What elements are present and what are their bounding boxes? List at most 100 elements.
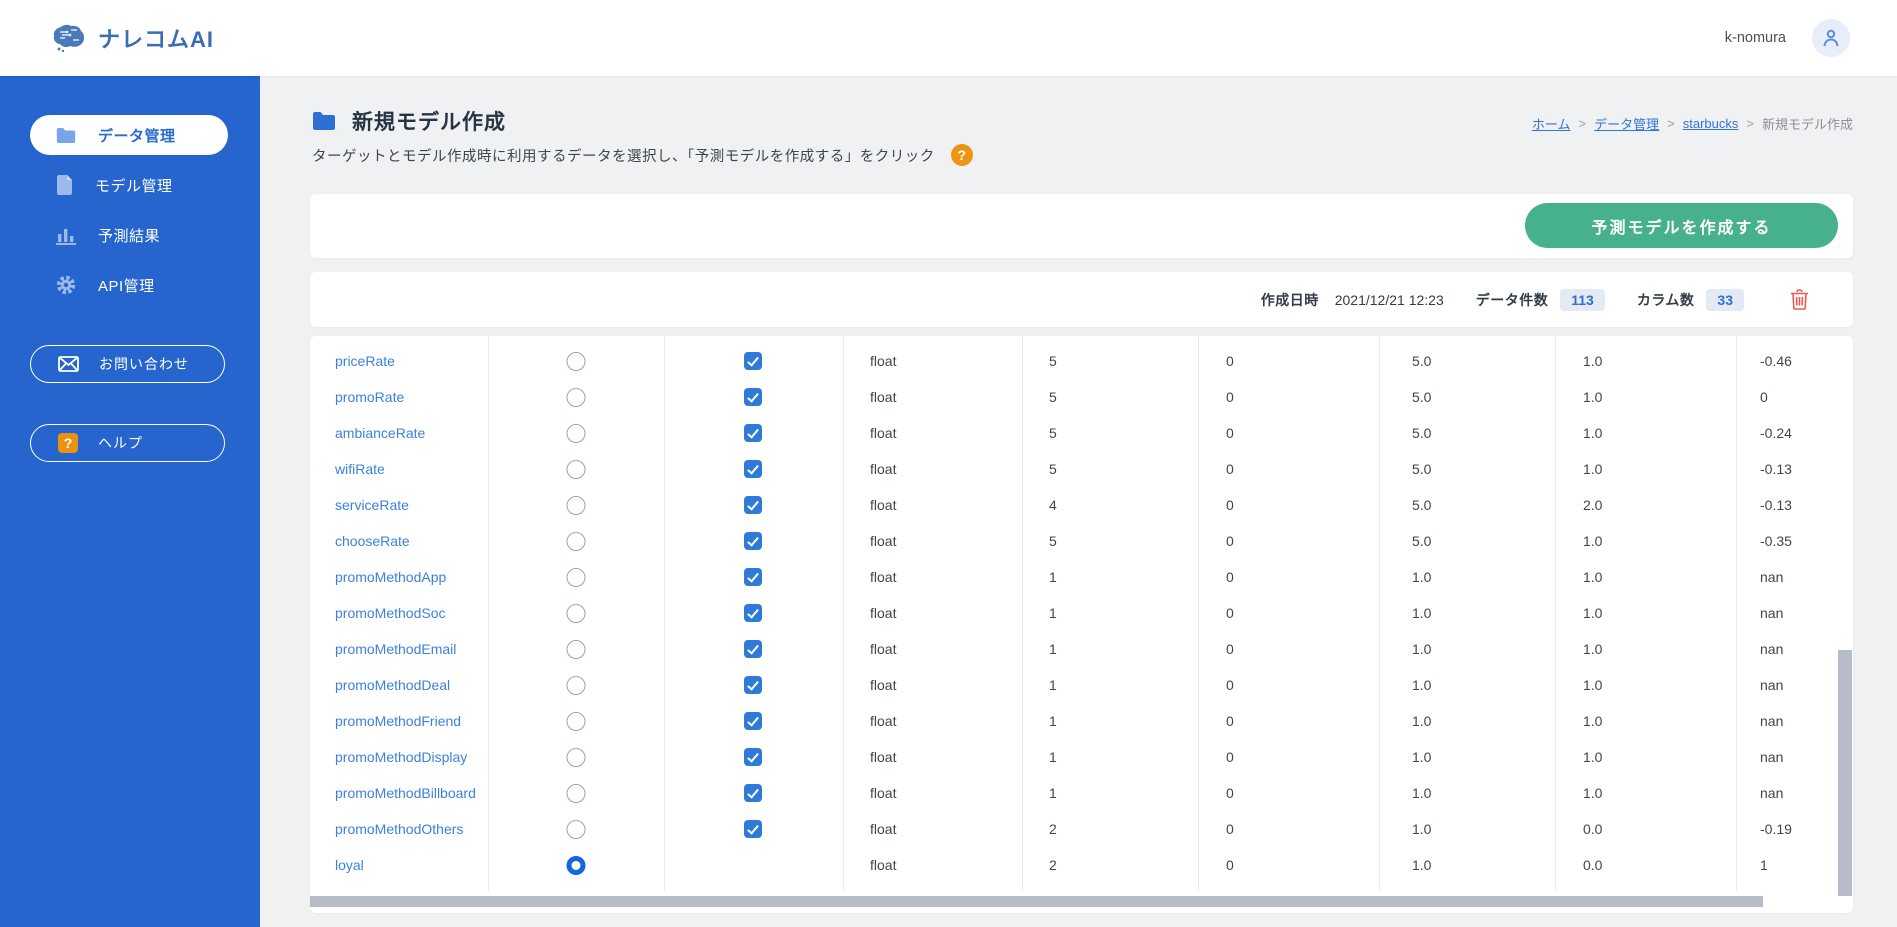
use-checkbox[interactable] — [744, 676, 762, 694]
target-radio[interactable] — [566, 459, 586, 479]
help-label: ヘルプ — [98, 435, 143, 451]
delete-dataset-button[interactable] — [1790, 289, 1809, 310]
value-cell: 1.0 — [1583, 389, 1603, 405]
sidebar-item-gear[interactable]: API管理 — [30, 265, 228, 305]
value-cell: 5.0 — [1412, 425, 1432, 441]
column-name-link[interactable]: promoMethodEmail — [335, 641, 456, 657]
use-checkbox[interactable] — [744, 640, 762, 658]
vertical-scrollbar-thumb[interactable] — [1838, 650, 1852, 896]
bar-chart-icon — [56, 226, 76, 245]
description-help-icon[interactable]: ? — [950, 144, 973, 166]
use-checkbox[interactable] — [744, 568, 762, 586]
value-cell: 1.0 — [1583, 461, 1603, 477]
value-cell: 1 — [1049, 569, 1057, 585]
column-name-link[interactable]: promoMethodDisplay — [335, 749, 467, 765]
contact-button[interactable]: お問い合わせ — [30, 345, 225, 383]
breadcrumb-separator: > — [1746, 116, 1754, 131]
target-radio[interactable] — [566, 387, 586, 407]
gear-icon — [56, 275, 76, 295]
value-cell: 1.0 — [1412, 821, 1432, 837]
user-avatar[interactable] — [1812, 19, 1850, 57]
value-cell: -0.19 — [1760, 821, 1792, 837]
value-cell: 1.0 — [1583, 677, 1603, 693]
breadcrumb-separator: > — [1578, 116, 1587, 131]
target-radio[interactable] — [566, 351, 586, 371]
target-radio[interactable] — [566, 675, 586, 695]
value-cell: 1 — [1049, 605, 1057, 621]
value-cell: 5 — [1049, 353, 1057, 369]
help-button[interactable]: ? ヘルプ — [30, 424, 225, 462]
target-radio[interactable] — [566, 711, 586, 731]
target-radio[interactable] — [566, 855, 586, 875]
table-row: promoMethodBillboard float 1 0 1.0 1.0 n… — [310, 775, 1853, 811]
breadcrumb-item[interactable]: データ管理 — [1594, 114, 1659, 133]
use-checkbox[interactable] — [744, 388, 762, 406]
sidebar-item-label: API管理 — [98, 277, 155, 295]
target-radio[interactable] — [566, 423, 586, 443]
column-name-link[interactable]: promoMethodFriend — [335, 713, 461, 729]
target-radio[interactable] — [566, 639, 586, 659]
value-cell: 0 — [1226, 461, 1234, 477]
create-model-button[interactable]: 予測モデルを作成する — [1525, 203, 1838, 248]
sidebar-item-file[interactable]: モデル管理 — [30, 165, 228, 205]
use-checkbox[interactable] — [744, 820, 762, 838]
column-name-link[interactable]: loyal — [335, 857, 364, 873]
value-cell: 0 — [1226, 605, 1234, 621]
column-name-link[interactable]: promoMethodDeal — [335, 677, 450, 693]
column-name-link[interactable]: wifiRate — [335, 461, 385, 477]
breadcrumb-separator: > — [1667, 116, 1675, 131]
value-cell: 5 — [1049, 533, 1057, 549]
column-name-link[interactable]: ambianceRate — [335, 425, 425, 441]
table-body: priceRate float 5 0 5.0 1.0 -0.46 promoR… — [310, 343, 1853, 883]
use-checkbox[interactable] — [744, 784, 762, 802]
column-name-link[interactable]: promoMethodBillboard — [335, 785, 476, 801]
sidebar-item-folder[interactable]: データ管理 — [30, 115, 228, 155]
sidebar-item-bar-chart[interactable]: 予測結果 — [30, 215, 228, 255]
column-name-link[interactable]: priceRate — [335, 353, 395, 369]
value-cell: 1 — [1049, 749, 1057, 765]
column-name-link[interactable]: promoMethodOthers — [335, 821, 463, 837]
value-cell: -0.24 — [1760, 425, 1792, 441]
value-cell: 1.0 — [1412, 749, 1432, 765]
page-description: ターゲットとモデル作成時に利用するデータを選択し、「予測モデルを作成する」をクリ… — [312, 148, 935, 165]
dataset-meta-bar: 作成日時 2021/12/21 12:23 データ件数 113 カラム数 33 — [310, 272, 1853, 327]
use-checkbox[interactable] — [744, 460, 762, 478]
horizontal-scrollbar-thumb[interactable] — [310, 896, 1763, 907]
column-name-link[interactable]: promoRate — [335, 389, 404, 405]
username: k-nomura — [1724, 30, 1786, 46]
column-name-link[interactable]: chooseRate — [335, 533, 410, 549]
breadcrumb-item[interactable]: starbucks — [1683, 116, 1739, 131]
column-name-link[interactable]: promoMethodApp — [335, 569, 446, 585]
target-radio[interactable] — [566, 819, 586, 839]
table-row: promoMethodDeal float 1 0 1.0 1.0 nan — [310, 667, 1853, 703]
value-cell: 4 — [1049, 497, 1057, 513]
breadcrumb-item[interactable]: ホーム — [1532, 114, 1571, 133]
trash-icon — [1790, 289, 1809, 310]
table-row: promoMethodOthers float 2 0 1.0 0.0 -0.1… — [310, 811, 1853, 847]
target-radio[interactable] — [566, 603, 586, 623]
target-radio[interactable] — [566, 567, 586, 587]
value-cell: 0 — [1226, 497, 1234, 513]
use-checkbox[interactable] — [744, 748, 762, 766]
target-radio[interactable] — [566, 747, 586, 767]
use-checkbox[interactable] — [744, 604, 762, 622]
type-cell: float — [870, 389, 897, 405]
value-cell: 1.0 — [1412, 713, 1432, 729]
column-name-link[interactable]: promoMethodSoc — [335, 605, 446, 621]
use-checkbox[interactable] — [744, 712, 762, 730]
use-checkbox[interactable] — [744, 352, 762, 370]
target-radio[interactable] — [566, 495, 586, 515]
value-cell: -0.46 — [1760, 353, 1792, 369]
target-radio[interactable] — [566, 531, 586, 551]
column-name-link[interactable]: serviceRate — [335, 497, 409, 513]
actions-card: 予測モデルを作成する — [310, 194, 1853, 258]
app-logo[interactable]: ナレコムAI — [0, 22, 214, 54]
sidebar-item-label: データ管理 — [98, 127, 176, 145]
use-checkbox[interactable] — [744, 424, 762, 442]
created-at-value: 2021/12/21 12:23 — [1334, 291, 1444, 308]
file-icon — [56, 175, 73, 195]
target-radio[interactable] — [566, 783, 586, 803]
use-checkbox[interactable] — [744, 496, 762, 514]
use-checkbox[interactable] — [744, 532, 762, 550]
value-cell: 0 — [1226, 713, 1234, 729]
